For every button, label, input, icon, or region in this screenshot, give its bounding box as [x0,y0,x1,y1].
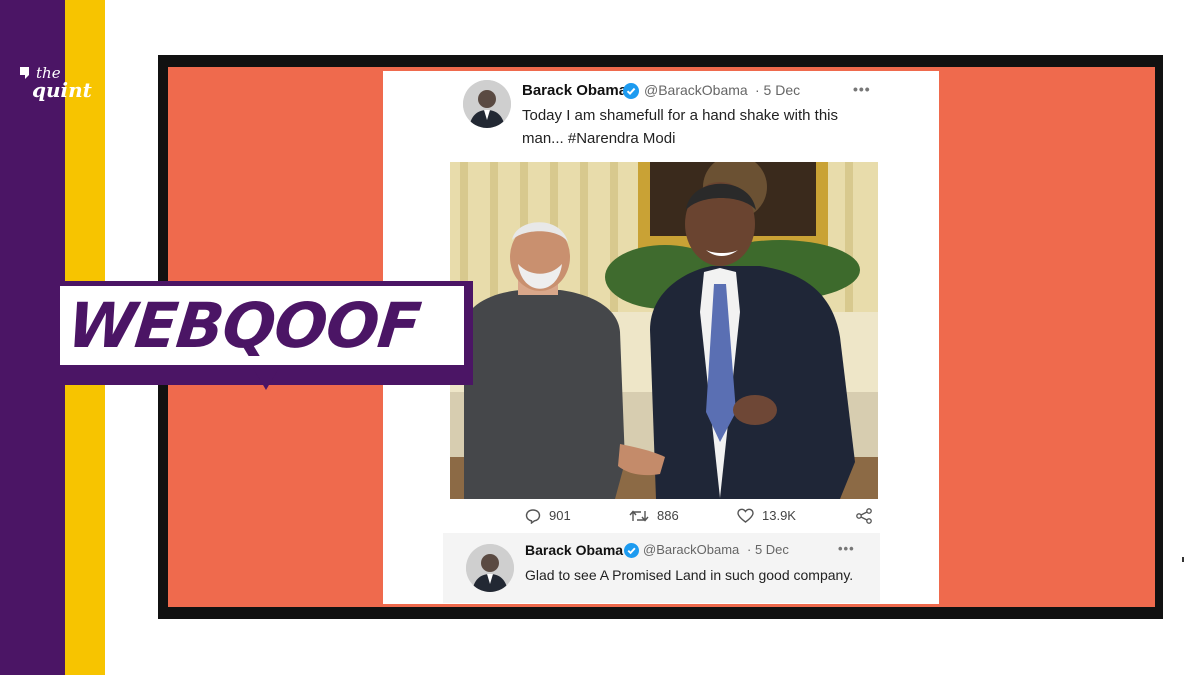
tweet-actions: 901 886 13.9K [383,500,939,536]
handshake-photo [450,162,878,499]
tweet-photo[interactable] [450,162,878,499]
more-options-icon[interactable]: ••• [853,81,871,97]
retweet-icon [629,510,649,522]
reply-action[interactable]: 901 [525,508,571,525]
tweet-date[interactable]: · 5 Dec [755,82,800,98]
reply-count: 901 [549,508,571,523]
tweet-1: Barack Obama @BarackObama · 5 Dec ••• To… [383,71,939,161]
speech-tail [253,368,279,390]
quote-q-icon [20,67,29,79]
more-options-icon[interactable]: ••• [838,541,855,556]
like-action[interactable]: 13.9K [737,508,796,524]
tweet-text-line-2: man... #Narendra Modi [522,130,676,147]
webqoof-badge-inner: WEBQOOF [60,286,464,365]
logo-quint: quint [32,78,92,102]
edge-mark [1182,557,1184,562]
verified-badge-icon [623,83,639,99]
author-handle[interactable]: @BarackObama [643,542,739,557]
profile-photo-icon [463,80,511,128]
avatar[interactable] [463,80,511,128]
tweet-text: Glad to see A Promised Land in such good… [525,567,854,583]
avatar[interactable] [466,544,514,592]
tweet-text: Today I am shamefull for a hand shake wi… [522,104,838,150]
share-icon [856,508,872,524]
webqoof-title: WEBQOOF [64,289,424,362]
the-quint-logo[interactable]: the quint [18,62,98,112]
verified-badge-icon [624,543,639,558]
tweet-2: Barack Obama @BarackObama · 5 Dec ••• Gl… [443,533,880,603]
author-handle[interactable]: @BarackObama [644,82,748,98]
like-count: 13.9K [762,508,796,523]
retweet-count: 886 [657,508,679,523]
profile-photo-icon [466,544,514,592]
share-action[interactable] [855,508,881,524]
heart-icon [737,508,754,523]
tweet-text-line-1: Today I am shamefull for a hand shake wi… [522,107,838,124]
author-name[interactable]: Barack Obama [522,82,627,99]
reply-icon [525,509,541,525]
author-name[interactable]: Barack Obama [525,542,623,558]
retweet-action[interactable]: 886 [629,508,679,524]
tweet-date[interactable]: · 5 Dec [747,542,789,557]
